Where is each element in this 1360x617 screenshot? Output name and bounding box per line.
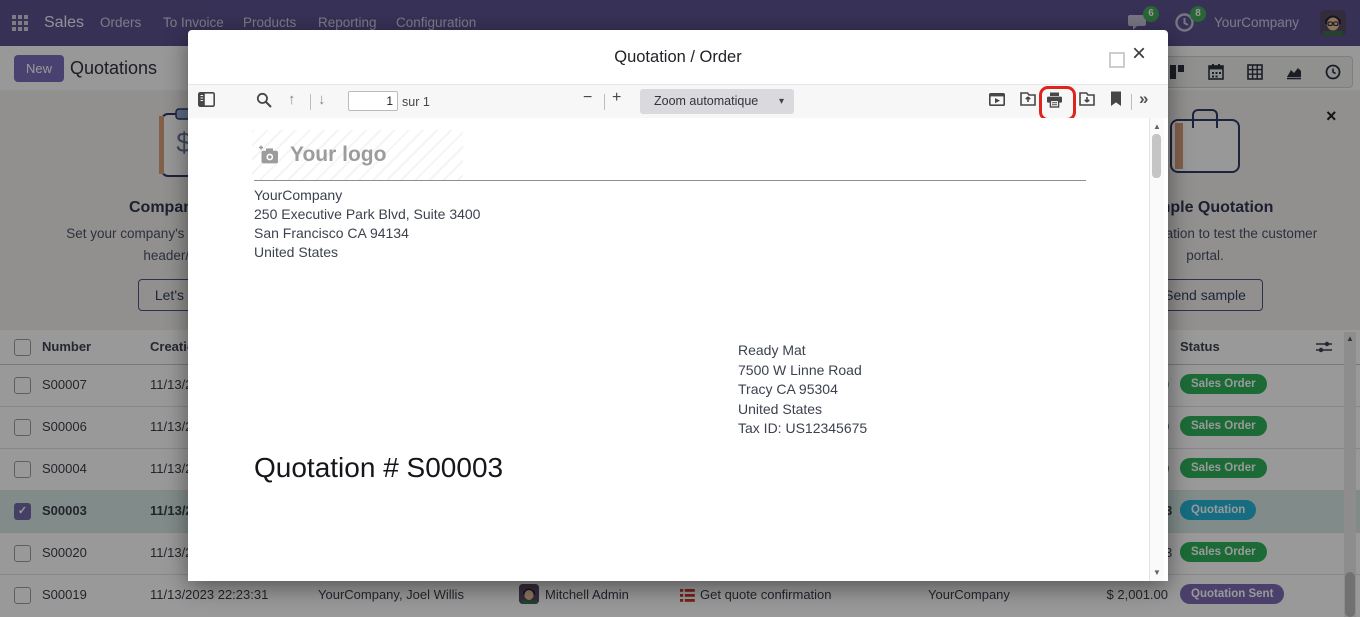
print-icon[interactable]	[1046, 92, 1063, 108]
pdf-viewer: Your logo YourCompany 250 Executive Park…	[188, 118, 1168, 581]
presentation-mode-icon[interactable]	[989, 92, 1005, 107]
pdf-scroll-up-icon[interactable]: ▲	[1150, 122, 1164, 131]
zoom-select-value: Zoom automatique	[654, 94, 758, 108]
bookmark-icon[interactable]	[1110, 91, 1122, 107]
pdf-toolbar: ↑ ↓ sur 1 − + Zoom automatique ▾	[188, 84, 1168, 119]
close-icon[interactable]: ×	[1132, 42, 1146, 66]
open-file-icon[interactable]	[1020, 91, 1037, 107]
customer-country: United States	[738, 400, 867, 420]
search-icon[interactable]	[256, 92, 272, 108]
customer-street: 7500 W Linne Road	[738, 361, 867, 381]
document-logo-placeholder: Your logo	[252, 130, 463, 180]
pdf-scrollbar[interactable]: ▲ ▼	[1149, 118, 1164, 581]
customer-name: Ready Mat	[738, 341, 867, 361]
page-count-label: sur 1	[402, 95, 430, 109]
customer-city: Tracy CA 95304	[738, 380, 867, 400]
company-street: 250 Executive Park Blvd, Suite 3400	[254, 205, 480, 224]
document-title: Quotation # S00003	[254, 452, 503, 484]
document-company-address: YourCompany 250 Executive Park Blvd, Sui…	[254, 186, 480, 262]
camera-icon	[258, 145, 280, 165]
company-name: YourCompany	[254, 186, 480, 205]
more-tools-icon[interactable]: »	[1139, 89, 1146, 109]
pdf-scroll-down-icon[interactable]: ▼	[1150, 568, 1164, 577]
pdf-preview-modal: Quotation / Order × ↑ ↓ sur 1	[188, 30, 1168, 581]
next-page-icon[interactable]: ↓	[318, 91, 326, 108]
expand-icon[interactable]	[1109, 52, 1125, 68]
company-country: United States	[254, 243, 480, 262]
previous-page-icon[interactable]: ↑	[288, 91, 296, 108]
customer-tax-id: Tax ID: US12345675	[738, 419, 867, 439]
toggle-sidebar-icon[interactable]	[198, 92, 215, 107]
zoom-out-icon[interactable]: −	[583, 89, 592, 107]
zoom-in-icon[interactable]: +	[612, 89, 621, 107]
document-divider	[254, 180, 1086, 181]
download-icon[interactable]	[1079, 91, 1096, 107]
screen: Sales Orders To Invoice Products Reporti…	[0, 0, 1360, 617]
zoom-select[interactable]: Zoom automatique ▾	[640, 89, 794, 114]
document-customer-address: Ready Mat 7500 W Linne Road Tracy CA 953…	[738, 341, 867, 439]
logo-text: Your logo	[290, 143, 386, 167]
pdf-scrollbar-thumb[interactable]	[1152, 134, 1161, 178]
modal-title: Quotation / Order	[188, 48, 1168, 67]
page-number-input[interactable]	[348, 91, 398, 111]
company-city: San Francisco CA 94134	[254, 224, 480, 243]
chevron-down-icon: ▾	[779, 89, 784, 114]
